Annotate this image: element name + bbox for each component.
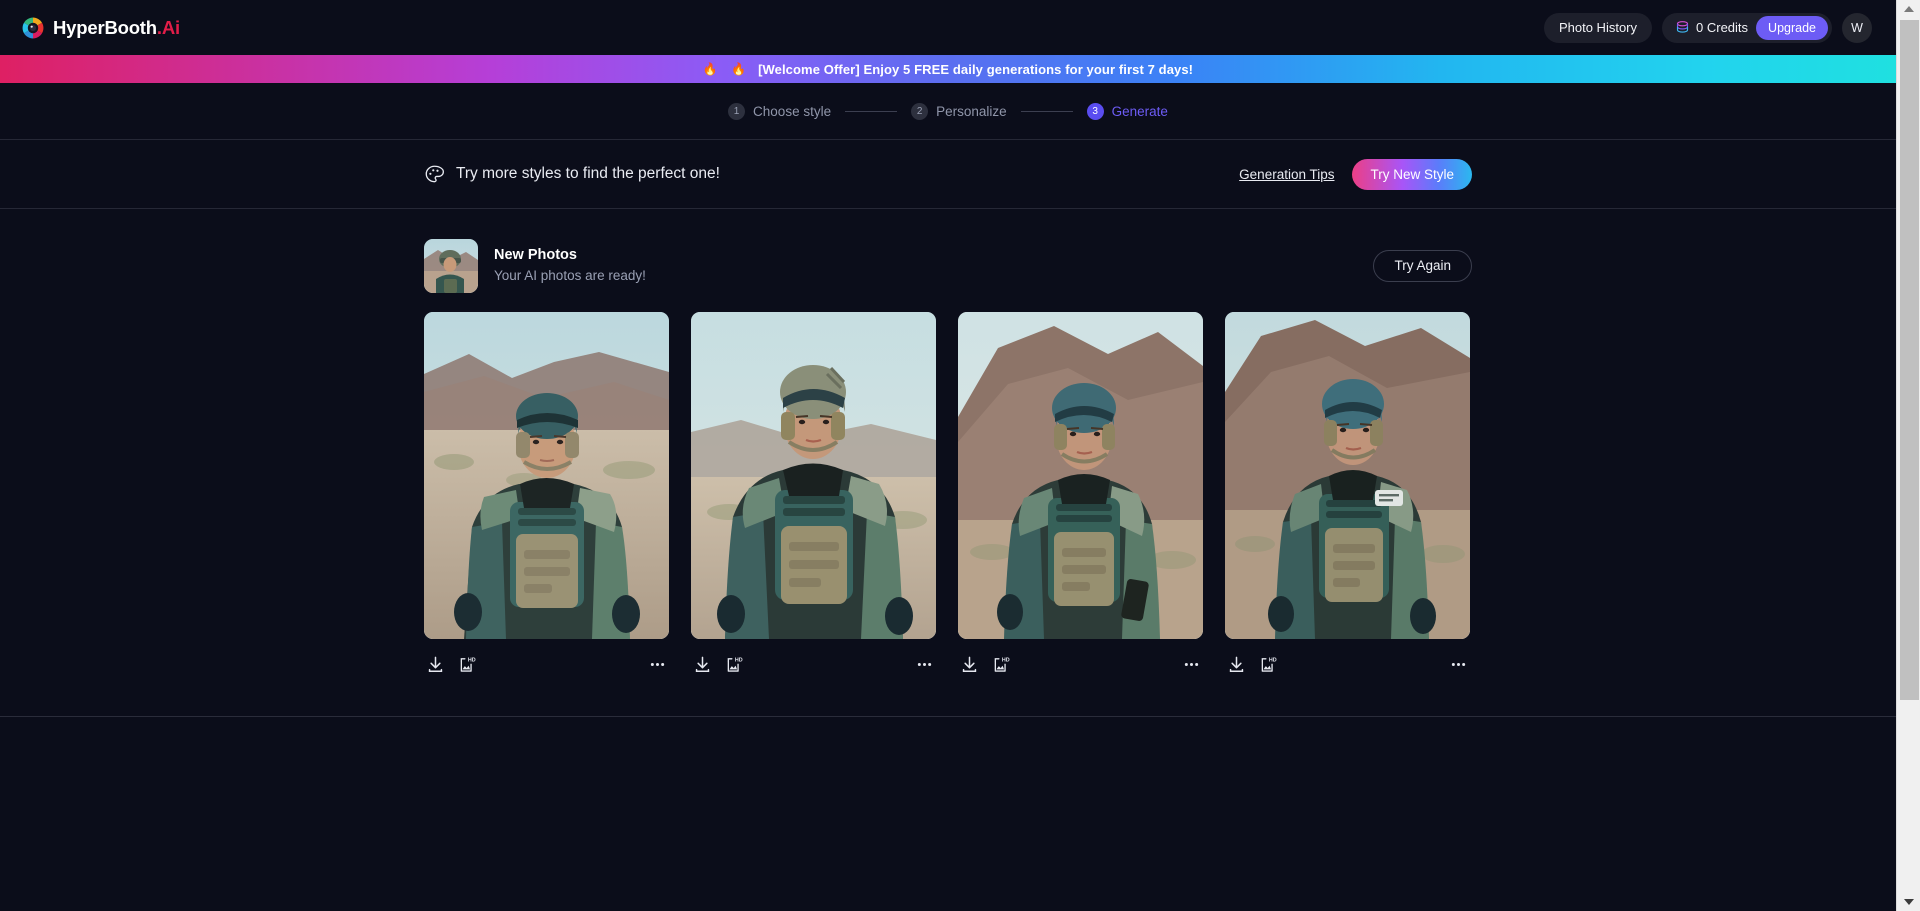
step-personalize[interactable]: 2 Personalize: [911, 103, 1007, 120]
photo-actions: HD: [1225, 648, 1470, 680]
try-more-styles-title: Try more styles to find the perfect one!: [456, 165, 720, 183]
step-choose-style[interactable]: 1 Choose style: [728, 103, 831, 120]
photo-thumbnail-1[interactable]: [424, 312, 669, 639]
thumbnail-image: [424, 239, 478, 293]
try-new-style-button[interactable]: Try New Style: [1352, 159, 1472, 190]
step-number: 2: [911, 103, 928, 120]
browser-viewport: HyperBooth.Ai Photo History 0 Credits Up…: [0, 0, 1920, 911]
more-options-icon[interactable]: [1449, 655, 1468, 674]
results-thumbnail[interactable]: [424, 239, 478, 293]
brand-logo-link[interactable]: HyperBooth.Ai: [22, 17, 180, 39]
svg-text:HD: HD: [468, 657, 476, 663]
try-more-styles-inner: Try more styles to find the perfect one!…: [424, 159, 1472, 190]
svg-text:HD: HD: [735, 657, 743, 663]
hd-upscale-icon[interactable]: HD: [726, 655, 745, 674]
scrollbar-thumb[interactable]: [1900, 20, 1919, 700]
avatar[interactable]: W: [1842, 13, 1872, 43]
svg-text:HD: HD: [1002, 657, 1010, 663]
photo-card: HD: [691, 312, 936, 680]
try-more-styles-heading: Try more styles to find the perfect one!: [424, 164, 720, 185]
step-label: Choose style: [753, 104, 831, 119]
step-number: 1: [728, 103, 745, 120]
results-subtitle: Your AI photos are ready!: [494, 266, 646, 285]
results-section: New Photos Your AI photos are ready! Try…: [0, 209, 1896, 717]
ai-photo-4: [1225, 312, 1470, 639]
page-scrollbar[interactable]: [1896, 0, 1920, 911]
step-connector: [1021, 111, 1073, 112]
ai-photo-2: [691, 312, 936, 639]
scroll-down-arrow[interactable]: [1897, 893, 1920, 911]
svg-text:HD: HD: [1269, 657, 1277, 663]
header-actions: Photo History 0 Credits Upgrade W: [1544, 13, 1872, 43]
results-inner: New Photos Your AI photos are ready! Try…: [424, 238, 1472, 680]
credits-display: 0 Credits: [1675, 20, 1748, 35]
promo-banner[interactable]: 🔥 🔥 [Welcome Offer] Enjoy 5 FREE daily g…: [0, 55, 1896, 83]
photo-thumbnail-2[interactable]: [691, 312, 936, 639]
hd-upscale-icon[interactable]: HD: [1260, 655, 1279, 674]
photo-actions: HD: [958, 648, 1203, 680]
step-list: 1 Choose style 2 Personalize 3 Generate: [728, 103, 1168, 120]
try-more-styles-bar: Try more styles to find the perfect one!…: [0, 140, 1896, 209]
download-icon[interactable]: [693, 655, 712, 674]
promo-banner-text: [Welcome Offer] Enjoy 5 FREE daily gener…: [758, 62, 1193, 77]
step-label: Generate: [1112, 104, 1168, 119]
step-indicator: 1 Choose style 2 Personalize 3 Generate: [0, 83, 1896, 140]
fire-icon: 🔥 🔥: [703, 62, 751, 76]
credits-count: 0 Credits: [1696, 20, 1748, 35]
hd-upscale-icon[interactable]: HD: [459, 655, 478, 674]
photo-card: HD: [958, 312, 1203, 680]
photo-history-button[interactable]: Photo History: [1544, 13, 1652, 43]
more-options-icon[interactable]: [648, 655, 667, 674]
ai-photo-3: [958, 312, 1203, 639]
photo-grid: HD: [424, 312, 1472, 680]
generation-tips-link[interactable]: Generation Tips: [1239, 167, 1334, 182]
download-icon[interactable]: [426, 655, 445, 674]
results-title: New Photos: [494, 246, 646, 265]
app-page: HyperBooth.Ai Photo History 0 Credits Up…: [0, 0, 1896, 911]
ai-photo-1: [424, 312, 669, 639]
upgrade-button[interactable]: Upgrade: [1756, 16, 1828, 40]
photo-card: HD: [1225, 312, 1470, 680]
camera-aperture-icon: [22, 17, 44, 39]
step-generate[interactable]: 3 Generate: [1087, 103, 1168, 120]
credits-group: 0 Credits Upgrade: [1662, 13, 1832, 43]
try-more-styles-actions: Generation Tips Try New Style: [1239, 159, 1472, 190]
promo-banner-content: 🔥 🔥 [Welcome Offer] Enjoy 5 FREE daily g…: [703, 62, 1193, 77]
step-connector: [845, 111, 897, 112]
results-header: New Photos Your AI photos are ready! Try…: [424, 238, 1472, 293]
step-number: 3: [1087, 103, 1104, 120]
photo-actions: HD: [424, 648, 669, 680]
results-header-text: New Photos Your AI photos are ready!: [494, 246, 646, 285]
hd-upscale-icon[interactable]: HD: [993, 655, 1012, 674]
photo-actions: HD: [691, 648, 936, 680]
more-options-icon[interactable]: [1182, 655, 1201, 674]
brand-name: HyperBooth.Ai: [53, 17, 180, 39]
download-icon[interactable]: [1227, 655, 1246, 674]
brand-suffix: .Ai: [157, 17, 180, 38]
app-header: HyperBooth.Ai Photo History 0 Credits Up…: [0, 0, 1896, 55]
more-options-icon[interactable]: [915, 655, 934, 674]
photo-thumbnail-4[interactable]: [1225, 312, 1470, 639]
scroll-up-arrow[interactable]: [1897, 0, 1920, 18]
photo-thumbnail-3[interactable]: [958, 312, 1203, 639]
try-again-button[interactable]: Try Again: [1373, 250, 1472, 282]
step-label: Personalize: [936, 104, 1007, 119]
download-icon[interactable]: [960, 655, 979, 674]
coin-stack-icon: [1675, 20, 1690, 35]
photo-card: HD: [424, 312, 669, 680]
palette-icon: [424, 164, 445, 185]
